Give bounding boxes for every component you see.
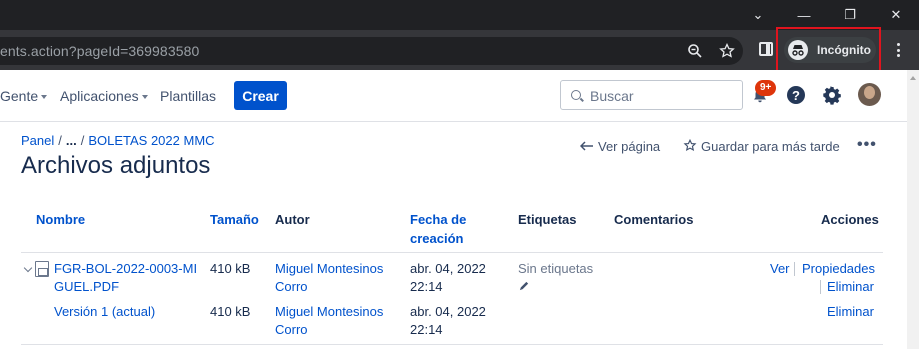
- column-header-actions: Acciones: [821, 212, 879, 227]
- save-for-later-action[interactable]: Guardar para más tarde: [683, 138, 840, 154]
- file-date-line2: 22:14: [410, 279, 443, 294]
- column-header-created-line2: creación: [410, 231, 464, 246]
- file-author-line2: Corro: [275, 279, 308, 294]
- version-size: 410 kB: [210, 304, 251, 319]
- column-header-comments: Comentarios: [614, 212, 694, 227]
- table-divider: [21, 252, 883, 253]
- file-created-date: abr. 04, 2022 22:14: [410, 260, 486, 296]
- view-page-label: Ver página: [598, 139, 661, 154]
- browser-menu-icon[interactable]: [894, 40, 902, 60]
- app-header: Gente Aplicaciones Plantillas Crear Busc…: [0, 70, 907, 122]
- notifications-count-badge: 9+: [755, 80, 777, 96]
- browser-titlebar: ⌄ — ❐ ✕: [0, 0, 919, 30]
- edit-labels-pencil-icon[interactable]: [519, 280, 530, 291]
- help-icon[interactable]: ?: [787, 86, 805, 104]
- breadcrumb-root[interactable]: Panel: [21, 133, 54, 148]
- table-divider: [21, 344, 883, 345]
- tab-search-chevron-icon[interactable]: ⌄: [735, 0, 781, 30]
- chevron-down-icon: [41, 95, 48, 99]
- address-bar[interactable]: ents.action?pageId=369983580: [0, 37, 743, 65]
- column-header-labels: Etiquetas: [518, 212, 577, 227]
- breadcrumb-ellipsis[interactable]: ...: [66, 133, 77, 148]
- more-actions-icon[interactable]: •••: [857, 136, 877, 154]
- nav-templates[interactable]: Plantillas: [160, 88, 216, 104]
- address-url[interactable]: ents.action?pageId=369983580: [0, 43, 199, 59]
- version-author-link[interactable]: Miguel Montesinos Corro: [275, 303, 383, 339]
- star-icon: [683, 138, 697, 151]
- view-action-link[interactable]: Ver: [770, 260, 790, 278]
- side-panel-icon[interactable]: [759, 42, 773, 56]
- nav-apps[interactable]: Aplicaciones: [60, 88, 148, 104]
- file-author-link[interactable]: Miguel Montesinos Corro: [275, 260, 383, 296]
- file-labels: Sin etiquetas: [518, 261, 594, 276]
- file-name-link[interactable]: FGR-BOL-2022-0003-MI GUEL.PDF: [54, 260, 197, 296]
- breadcrumb-parent[interactable]: BOLETAS 2022 MMC: [88, 133, 214, 148]
- delete-file-action-link[interactable]: Eliminar: [827, 278, 874, 296]
- file-name-line1: FGR-BOL-2022-0003-MI: [54, 261, 198, 276]
- zoom-icon[interactable]: [686, 42, 704, 60]
- restore-button[interactable]: ❐: [827, 0, 873, 30]
- save-for-later-label: Guardar para más tarde: [701, 139, 840, 154]
- minimize-button[interactable]: —: [781, 0, 827, 30]
- file-date-line1: abr. 04, 2022: [410, 261, 486, 276]
- create-button[interactable]: Crear: [234, 81, 287, 110]
- column-header-created[interactable]: Fecha de creación: [410, 210, 466, 248]
- search-placeholder: Buscar: [590, 88, 634, 104]
- file-name-line2: GUEL.PDF: [54, 279, 120, 294]
- back-arrow-icon: [579, 141, 593, 151]
- search-icon: [571, 90, 581, 100]
- column-header-author: Autor: [275, 212, 310, 227]
- column-header-created-line1: Fecha de: [410, 212, 467, 227]
- chevron-down-icon: [141, 95, 148, 99]
- properties-action-link[interactable]: Propiedades: [802, 260, 875, 278]
- action-separator: [820, 280, 821, 294]
- version-name-link[interactable]: Versión 1 (actual): [54, 303, 155, 321]
- search-input[interactable]: Buscar: [560, 80, 743, 110]
- expand-chevron-icon[interactable]: [23, 263, 33, 273]
- nav-people-label: Gente: [0, 88, 39, 104]
- bookmark-star-icon[interactable]: [718, 42, 736, 60]
- version-date-line2: 22:14: [410, 322, 443, 337]
- breadcrumb-separator: /: [80, 133, 85, 148]
- scroll-up-arrow-icon[interactable]: [910, 76, 916, 80]
- breadcrumb-separator: /: [58, 133, 62, 148]
- page-scrollbar[interactable]: [907, 70, 919, 349]
- pdf-file-icon: [35, 261, 49, 277]
- page-title: Archivos adjuntos: [21, 152, 211, 179]
- action-separator: [794, 262, 795, 276]
- version-author-line1: Miguel Montesinos: [275, 304, 384, 319]
- column-header-name[interactable]: Nombre: [36, 210, 85, 229]
- close-window-button[interactable]: ✕: [873, 0, 919, 30]
- nav-apps-label: Aplicaciones: [60, 88, 139, 104]
- version-author-line2: Corro: [275, 322, 308, 337]
- delete-version-action-link[interactable]: Eliminar: [827, 303, 874, 321]
- breadcrumb: Panel /... / BOLETAS 2022 MMC: [21, 133, 215, 148]
- version-date-line1: abr. 04, 2022: [410, 304, 486, 319]
- view-page-action[interactable]: Ver página: [579, 139, 661, 154]
- settings-gear-icon[interactable]: [822, 85, 842, 105]
- column-header-size[interactable]: Tamaño: [210, 210, 259, 229]
- nav-people[interactable]: Gente: [0, 88, 48, 104]
- file-author-line1: Miguel Montesinos: [275, 261, 384, 276]
- version-created-date: abr. 04, 2022 22:14: [410, 303, 486, 339]
- user-avatar[interactable]: [858, 83, 881, 106]
- file-size: 410 kB: [210, 261, 251, 276]
